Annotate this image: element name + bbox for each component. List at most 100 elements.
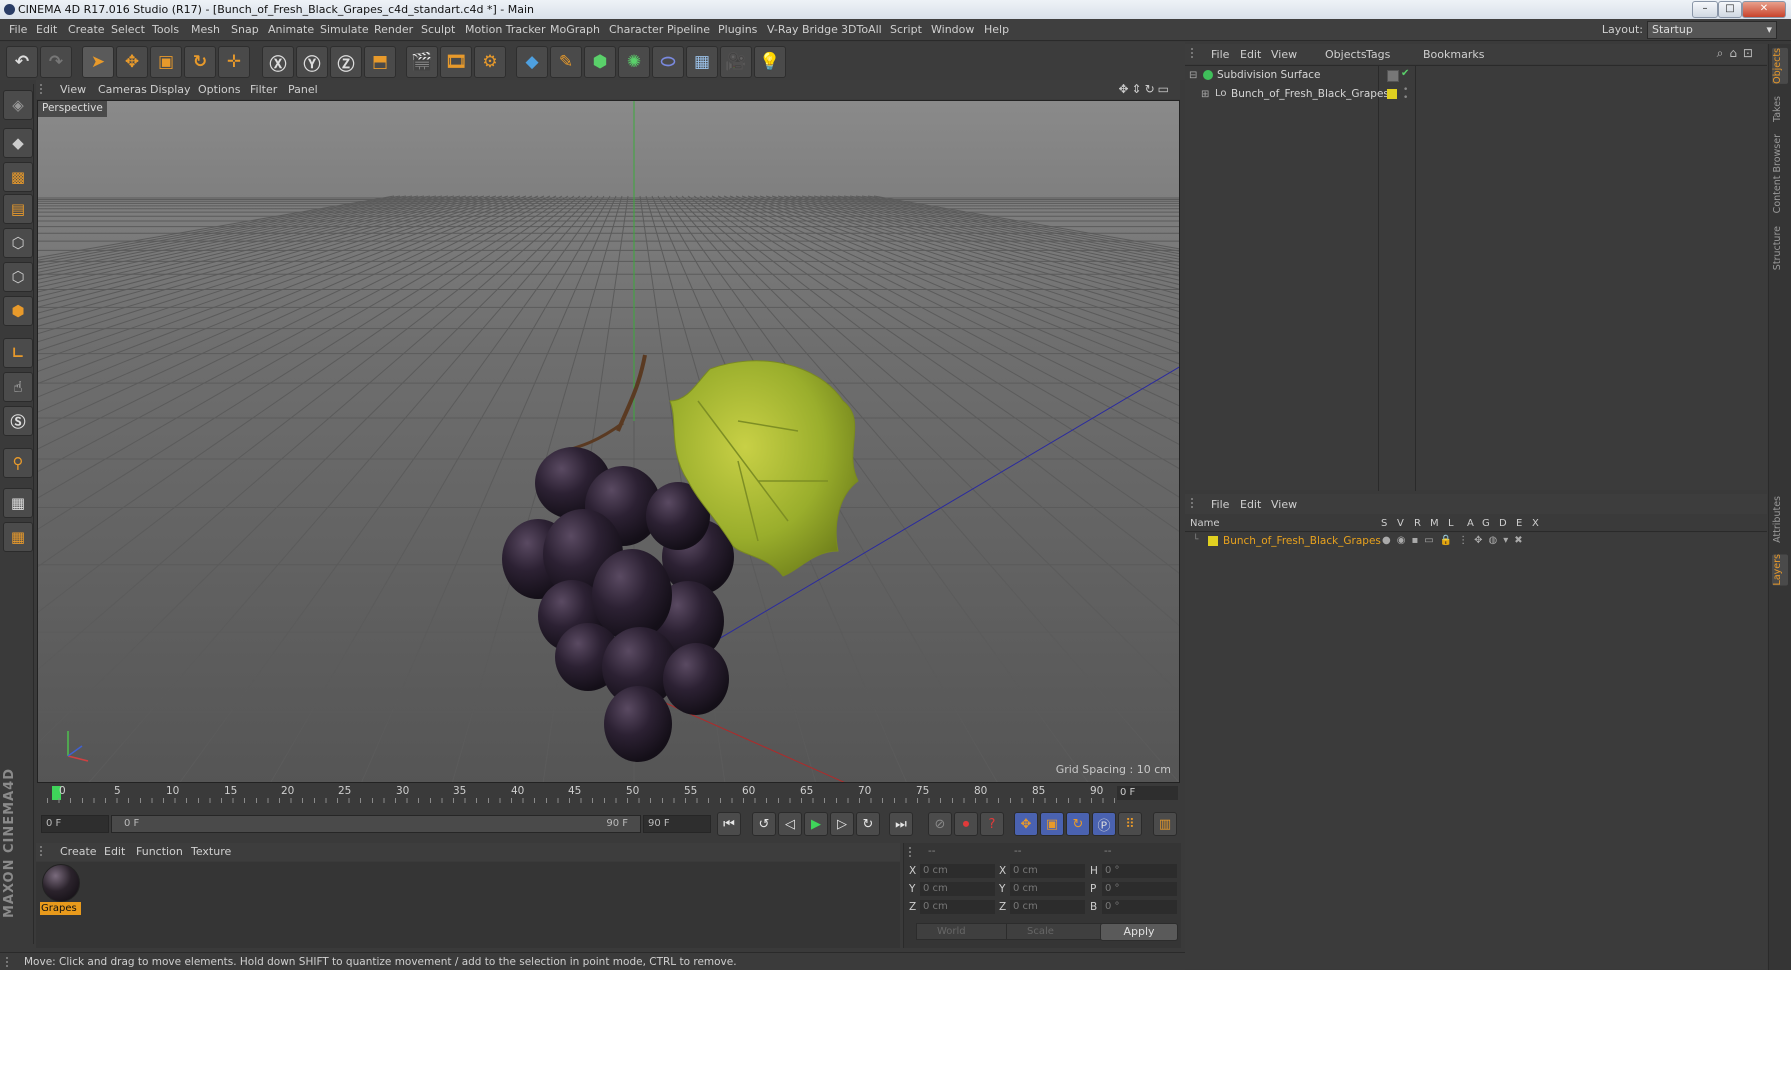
subdivision-surface-icon[interactable]: ⬢ <box>584 46 616 78</box>
model-mode-icon[interactable]: ◆ <box>3 128 33 158</box>
size-x-field[interactable]: 0 cm <box>1010 864 1085 878</box>
rotation-h-field[interactable]: 0 ° <box>1102 864 1177 878</box>
next-frame-icon[interactable]: ▷ <box>830 812 854 836</box>
pen-spline-icon[interactable]: ✎ <box>550 46 582 78</box>
make-editable-icon[interactable]: ◈ <box>3 90 33 120</box>
deformer-icon[interactable]: ⬭ <box>652 46 684 78</box>
size-z-field[interactable]: 0 cm <box>1010 900 1085 914</box>
menu-plugins[interactable]: Plugins <box>718 23 757 36</box>
light-icon[interactable]: 💡 <box>754 46 786 78</box>
workplane-icon[interactable]: ▤ <box>3 194 33 224</box>
viewport-menu-filter[interactable]: Filter <box>250 83 277 96</box>
scale-tool-icon[interactable]: ▣ <box>150 46 182 78</box>
maximize-button[interactable]: □ <box>1718 1 1742 18</box>
go-to-start-icon[interactable]: ⏮ <box>717 812 741 836</box>
viewport-menu-cameras[interactable]: Cameras <box>98 83 147 96</box>
object-menu-tags[interactable]: Tags <box>1366 48 1390 61</box>
material-menu-create[interactable]: Create <box>60 845 97 858</box>
coordinate-space-select[interactable]: World <box>916 923 1014 940</box>
key-point-level-icon[interactable]: ⠿ <box>1118 812 1142 836</box>
axis-mode-icon[interactable]: ∟ <box>3 338 33 368</box>
menu-sculpt[interactable]: Sculpt <box>421 23 455 36</box>
timeline-ruler[interactable]: 0 5 10 15 20 25 30 35 40 45 50 55 60 65 … <box>37 783 1180 805</box>
viewport-menu-options[interactable]: Options <box>198 83 240 96</box>
next-key-icon[interactable]: ↻ <box>856 812 880 836</box>
layer-tag-icon[interactable] <box>1387 70 1399 82</box>
camera-icon[interactable]: 🎥 <box>720 46 752 78</box>
layout-select[interactable]: Startup ▾ <box>1647 21 1777 39</box>
close-window-button[interactable]: ✕ <box>1742 1 1786 18</box>
snap-icon[interactable]: Ⓢ <box>3 406 33 436</box>
previous-frame-icon[interactable]: ◁ <box>778 812 802 836</box>
tab-takes[interactable]: Takes <box>1772 96 1788 122</box>
render-picture-viewer-icon[interactable]: 🎞 <box>440 46 472 78</box>
rotate-tool-icon[interactable]: ↻ <box>184 46 216 78</box>
menu-render[interactable]: Render <box>374 23 413 36</box>
layer-toggle-icons[interactable]: ●◉▪▭🔒⋮✥◍▾✖ <box>1382 535 1529 546</box>
search-home-icons[interactable]: ⌕⌂⊡ <box>1717 46 1759 61</box>
start-frame-field[interactable]: 0 F <box>41 815 109 833</box>
menu-vray-bridge[interactable]: V-Ray Bridge <box>767 23 838 36</box>
viewport-menu-view[interactable]: View <box>60 83 86 96</box>
object-menu-bookmarks[interactable]: Bookmarks <box>1423 48 1484 61</box>
viewport-menu-display[interactable]: Display <box>150 83 191 96</box>
layer-color-swatch[interactable] <box>1208 536 1218 546</box>
layer-menu-view[interactable]: View <box>1271 498 1297 511</box>
menu-mograph[interactable]: MoGraph <box>550 23 600 36</box>
layer-color-swatch[interactable] <box>1387 89 1397 99</box>
collapse-icon[interactable]: ⊟ <box>1189 70 1197 81</box>
menu-animate[interactable]: Animate <box>268 23 314 36</box>
viewport-menu-panel[interactable]: Panel <box>288 83 318 96</box>
tab-layers[interactable]: Layers <box>1772 554 1788 586</box>
go-to-end-icon[interactable]: ⏭ <box>889 812 913 836</box>
render-view-icon[interactable]: 🎬 <box>406 46 438 78</box>
frame-range-slider[interactable]: 0 F 90 F <box>111 815 641 833</box>
timeline-window-icon[interactable]: ▥ <box>1153 812 1177 836</box>
x-axis-lock-icon[interactable]: Ⓧ <box>262 46 294 78</box>
menu-edit[interactable]: Edit <box>36 23 57 36</box>
object-menu-file[interactable]: File <box>1211 48 1229 61</box>
redo-icon[interactable]: ↷ <box>40 46 72 78</box>
position-z-field[interactable]: 0 cm <box>920 900 995 914</box>
rotation-b-field[interactable]: 0 ° <box>1102 900 1177 914</box>
magnet-icon[interactable]: ⚲ <box>3 448 33 478</box>
tweak-mode-icon[interactable]: ☝ <box>3 372 33 402</box>
menu-help[interactable]: Help <box>984 23 1009 36</box>
size-y-field[interactable]: 0 cm <box>1010 882 1085 896</box>
3d-viewport[interactable]: Grid Spacing : 10 cm <box>37 100 1180 783</box>
visibility-check-icon[interactable]: ✔ <box>1401 68 1409 79</box>
layer-menu-file[interactable]: File <box>1211 498 1229 511</box>
polygons-mode-icon[interactable]: ⬢ <box>3 296 33 326</box>
render-settings-icon[interactable]: ⚙ <box>474 46 506 78</box>
undo-icon[interactable]: ↶ <box>6 46 38 78</box>
material-swatch-grapes[interactable]: Grapes <box>38 862 82 918</box>
object-menu-view[interactable]: View <box>1271 48 1297 61</box>
viewport-nav-icons[interactable]: ✥⇕↻▭ <box>1118 82 1172 96</box>
y-axis-lock-icon[interactable]: Ⓨ <box>296 46 328 78</box>
menu-window[interactable]: Window <box>931 23 974 36</box>
menu-file[interactable]: File <box>9 23 27 36</box>
add-tool-icon[interactable]: ✛ <box>218 46 250 78</box>
rotation-p-field[interactable]: 0 ° <box>1102 882 1177 896</box>
floor-scene-icon[interactable]: ▦ <box>686 46 718 78</box>
edges-mode-icon[interactable]: ⬡ <box>3 262 33 292</box>
z-axis-lock-icon[interactable]: Ⓩ <box>330 46 362 78</box>
menu-motion-tracker[interactable]: Motion Tracker <box>465 23 545 36</box>
menu-simulate[interactable]: Simulate <box>320 23 369 36</box>
tab-objects[interactable]: Objects <box>1772 48 1788 84</box>
object-row-grapes[interactable]: ⊞ Lo Bunch_of_Fresh_Black_Grapes • • <box>1189 86 1764 104</box>
tab-content-browser[interactable]: Content Browser <box>1772 134 1788 213</box>
tab-attributes[interactable]: Attributes <box>1772 496 1788 543</box>
layer-menu-edit[interactable]: Edit <box>1240 498 1261 511</box>
lock-workplane-icon[interactable]: ▦ <box>3 488 33 518</box>
menu-select[interactable]: Select <box>111 23 145 36</box>
expand-icon[interactable]: ⊞ <box>1201 89 1209 100</box>
coordinate-system-icon[interactable]: ⬒ <box>364 46 396 78</box>
key-scale-icon[interactable]: ▣ <box>1040 812 1064 836</box>
position-y-field[interactable]: 0 cm <box>920 882 995 896</box>
viewport-perspective-label[interactable]: Perspective <box>38 101 107 117</box>
layer-name[interactable]: Bunch_of_Fresh_Black_Grapes <box>1223 535 1381 547</box>
key-rotation-icon[interactable]: ↻ <box>1066 812 1090 836</box>
key-position-icon[interactable]: ✥ <box>1014 812 1038 836</box>
move-tool-icon[interactable]: ✥ <box>116 46 148 78</box>
